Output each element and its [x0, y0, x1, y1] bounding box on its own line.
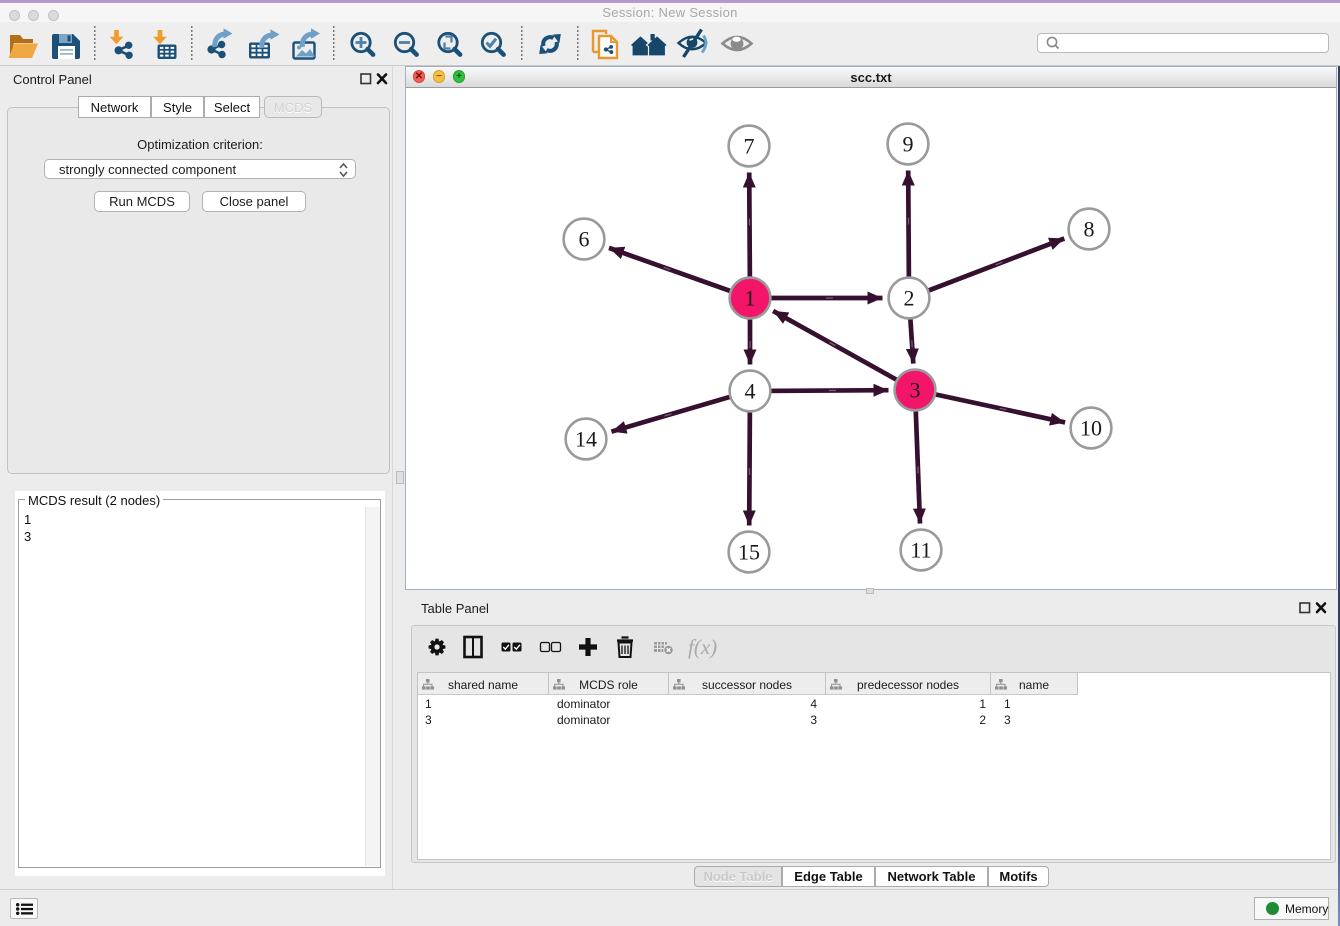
svg-text:14: 14: [575, 427, 597, 452]
svg-text:f(x): f(x): [688, 635, 717, 659]
svg-text:11: 11: [910, 538, 931, 563]
svg-text:15: 15: [738, 540, 760, 565]
svg-text:3: 3: [910, 378, 921, 403]
svg-text:10: 10: [1080, 416, 1102, 441]
svg-text:7: 7: [744, 134, 755, 159]
svg-text:4: 4: [745, 379, 756, 404]
svg-text:9: 9: [903, 132, 914, 157]
svg-text:8: 8: [1084, 217, 1095, 242]
svg-text:6: 6: [579, 227, 590, 252]
svg-text:1: 1: [745, 286, 756, 311]
svg-text:2: 2: [904, 286, 915, 311]
